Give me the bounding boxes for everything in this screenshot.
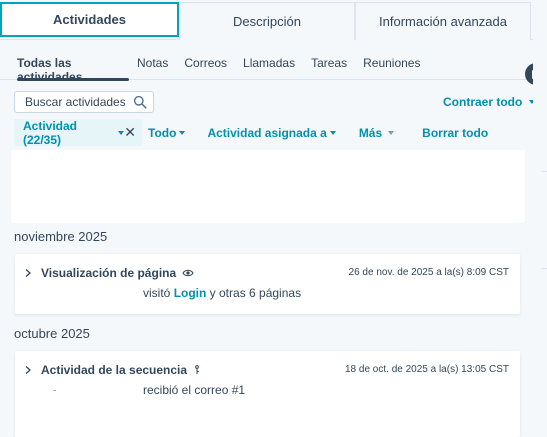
activity-card[interactable]: Actividad de la secuencia 18 de oct. de … — [15, 351, 520, 437]
clear-all-label: Borrar todo — [422, 125, 489, 140]
activity-filter-pill[interactable]: Actividad (22/35) ✕ — [14, 118, 142, 147]
collapse-all-label: Contraer todo — [443, 95, 523, 109]
collapse-all-button[interactable]: Contraer todo — [443, 95, 536, 109]
subtab-tareas[interactable]: Tareas — [303, 50, 355, 80]
more-filter-label: Más — [358, 125, 383, 140]
divider — [541, 268, 547, 269]
activity-body: visitó Login y otras 6 páginas — [143, 286, 301, 300]
close-icon[interactable]: ✕ — [124, 124, 136, 141]
month-header: octubre 2025 — [14, 326, 90, 341]
month-header: noviembre 2025 — [14, 229, 108, 244]
subtab-llamadas[interactable]: Llamadas — [235, 50, 303, 80]
empty-card — [11, 150, 525, 223]
activity-body-text: y otras 6 páginas — [206, 286, 302, 300]
activity-card[interactable]: Visualización de página 26 de nov. de 20… — [15, 254, 520, 314]
chevron-right-icon[interactable] — [24, 268, 32, 278]
activity-card-header[interactable]: Visualización de página — [24, 266, 194, 280]
activity-card-header[interactable]: Actividad de la secuencia — [24, 363, 201, 377]
right-panel-edge — [533, 0, 547, 437]
chevron-down-icon — [388, 130, 395, 135]
search-icon[interactable] — [133, 95, 147, 109]
assigned-filter-button[interactable]: Actividad asignada a — [207, 125, 336, 140]
activity-title: Visualización de página — [41, 266, 177, 280]
all-filter-label: Todo — [148, 125, 177, 140]
activity-date: 18 de oct. de 2025 a la(s) 13:05 CST — [345, 364, 509, 375]
activity-body: recibió el correo #1 — [143, 383, 246, 397]
divider — [541, 171, 547, 172]
all-filter-button[interactable]: Todo — [148, 125, 186, 140]
activity-body-text: visitó — [143, 286, 174, 300]
divider — [53, 390, 56, 391]
tab-actividades[interactable]: Actividades — [0, 2, 179, 37]
search-activities-box[interactable] — [14, 91, 154, 113]
eye-icon — [182, 269, 194, 277]
clear-all-button[interactable]: Borrar todo — [422, 126, 488, 140]
activity-type-tabs: Todas las actividades Notas Correos Llam… — [0, 50, 533, 84]
subtab-reuniones[interactable]: Reuniones — [355, 50, 428, 80]
subtab-correos[interactable]: Correos — [176, 50, 235, 80]
chevron-down-icon — [329, 130, 336, 135]
activity-filter-label: Actividad (22/35) — [23, 118, 78, 147]
activity-date: 26 de nov. de 2025 a la(s) 8:09 CST — [348, 267, 509, 278]
filter-bar: Actividad (22/35) ✕ Todo Actividad asign… — [14, 118, 488, 147]
assigned-filter-label: Actividad asignada a — [207, 125, 327, 140]
more-filter-button[interactable]: Más — [358, 125, 395, 140]
chevron-right-icon[interactable] — [24, 365, 32, 375]
activity-title: Actividad de la secuencia — [41, 363, 188, 377]
subtab-notas[interactable]: Notas — [129, 50, 176, 80]
subtab-todas[interactable]: Todas las actividades — [9, 50, 129, 84]
search-input[interactable] — [25, 95, 125, 109]
top-tab-bar: Actividades Descripción Información avan… — [0, 0, 533, 40]
tab-descripcion[interactable]: Descripción — [179, 2, 355, 40]
chevron-down-icon — [179, 130, 186, 135]
page-link[interactable]: Login — [174, 286, 207, 300]
sequence-icon — [195, 365, 199, 374]
tab-informacion-avanzada[interactable]: Información avanzada — [355, 2, 531, 40]
